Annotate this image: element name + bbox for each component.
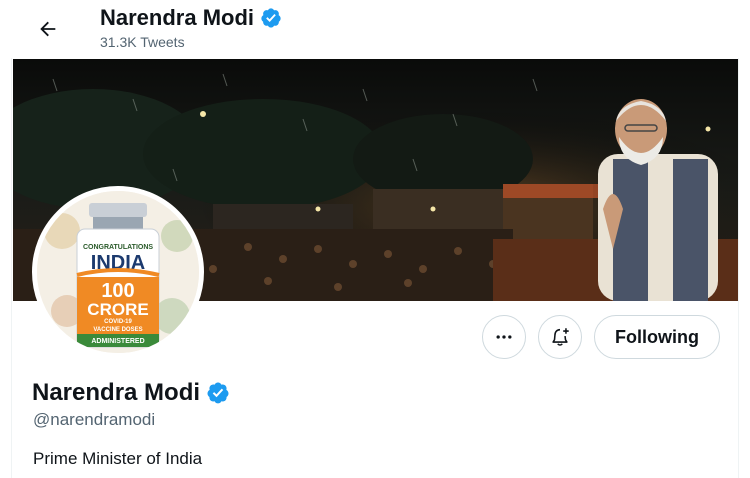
avatar-crore: CRORE — [87, 300, 148, 319]
avatar-covid: COVID-19 — [104, 319, 132, 325]
tweet-count: 31.3K Tweets — [100, 34, 185, 50]
profile-header-bar: Narendra Modi 31.3K Tweets — [11, 0, 739, 58]
profile-name-text: Narendra Modi — [32, 379, 201, 406]
verified-badge-icon — [261, 8, 281, 28]
avatar-image: CONGRATULATIONS INDIA 100 CRORE COVID-19… — [37, 191, 199, 353]
more-horizontal-icon — [496, 335, 512, 339]
avatar-congrats: CONGRATULATIONS — [83, 244, 153, 251]
profile-name: Narendra Modi — [32, 379, 230, 407]
notifications-button[interactable] — [538, 315, 583, 359]
profile-handle: @narendramodi — [33, 410, 156, 429]
avatar-100: 100 — [101, 280, 134, 302]
avatar-doses: VACCINE DOSES — [93, 327, 142, 333]
profile-avatar[interactable]: CONGRATULATIONS INDIA 100 CRORE COVID-19… — [32, 186, 204, 358]
profile-bio: Prime Minister of India — [33, 449, 203, 468]
avatar-administered: ADMINISTERED — [91, 338, 144, 345]
arrow-left-icon — [40, 21, 56, 37]
more-button[interactable] — [482, 315, 527, 359]
back-button[interactable] — [31, 12, 65, 46]
profile-actions: Following — [482, 315, 720, 359]
following-button[interactable]: Following — [594, 315, 720, 359]
header-name: Narendra Modi — [100, 5, 282, 31]
verified-badge-icon — [207, 382, 229, 404]
bell-plus-icon — [552, 328, 569, 346]
header-name-text: Narendra Modi — [100, 5, 255, 30]
